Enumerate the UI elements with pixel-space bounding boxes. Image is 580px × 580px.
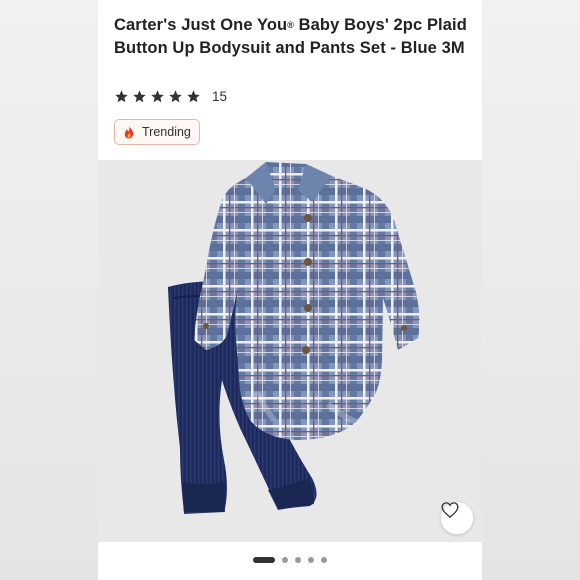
bodysuit — [194, 162, 420, 440]
star-icon — [169, 89, 182, 102]
favorite-button[interactable] — [440, 501, 474, 535]
product-title: Carter's Just One You® Baby Boys' 2pc Pl… — [114, 16, 467, 57]
carousel-dot[interactable] — [308, 557, 314, 563]
trending-badge: Trending — [114, 119, 200, 145]
badge-label: Trending — [142, 125, 191, 139]
star-icon — [151, 89, 164, 102]
star-icon — [187, 89, 200, 102]
carousel-indicator[interactable] — [98, 554, 482, 566]
product-image[interactable] — [98, 160, 482, 542]
carousel-dot[interactable] — [295, 557, 301, 563]
carousel-dot[interactable] — [321, 557, 327, 563]
carousel-dot[interactable] — [282, 557, 288, 563]
star-rating — [114, 89, 201, 104]
star-icon — [115, 89, 128, 102]
rating[interactable]: 15 — [114, 87, 227, 105]
review-count: 15 — [212, 88, 228, 104]
product-card: Carter's Just One You® Baby Boys' 2pc Pl… — [98, 0, 482, 580]
background-left — [0, 0, 98, 580]
registered-mark: ® — [287, 20, 294, 30]
background-right — [482, 0, 580, 580]
flame-icon — [124, 125, 134, 139]
product-photo — [168, 162, 420, 514]
star-icon — [133, 89, 146, 102]
heart-outline-icon — [441, 502, 459, 518]
carousel-dot-active[interactable] — [253, 557, 275, 563]
